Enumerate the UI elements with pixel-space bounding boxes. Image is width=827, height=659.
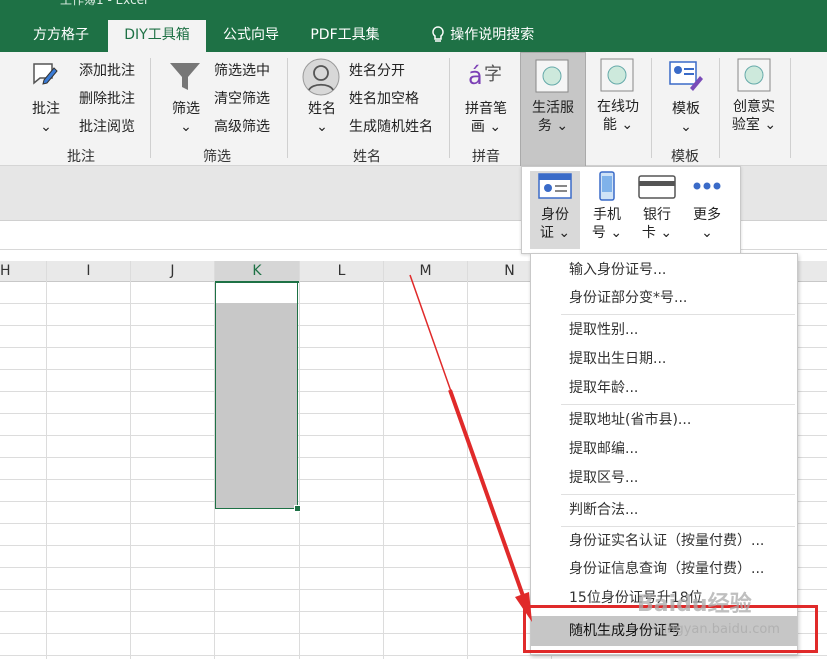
watermark-url: jingyan.baidu.com bbox=[660, 622, 780, 637]
watermark-brand: Baidu经验 bbox=[637, 592, 752, 617]
annotation-arrow bbox=[409, 274, 532, 622]
